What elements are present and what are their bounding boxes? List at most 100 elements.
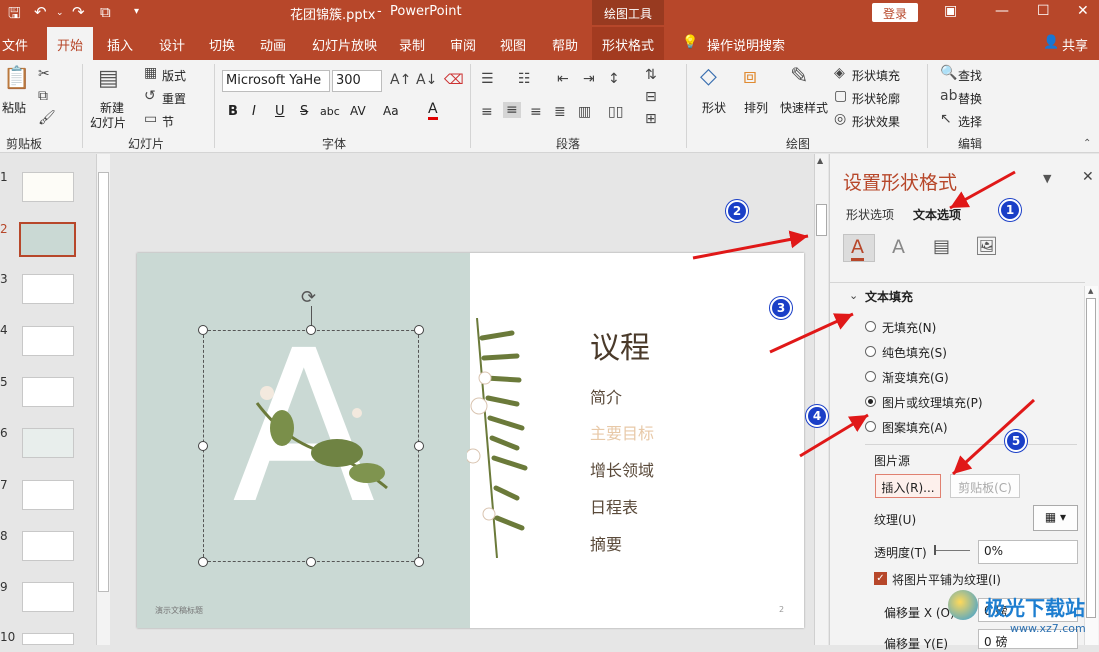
agenda-item[interactable]: 摘要 bbox=[590, 531, 622, 555]
tab-animations[interactable]: 动画 bbox=[260, 35, 286, 54]
option-label[interactable]: 无填充(N) bbox=[882, 319, 936, 336]
find-icon[interactable]: 🔍 bbox=[940, 65, 957, 81]
font-color-button[interactable]: A bbox=[428, 102, 438, 120]
section-text-fill[interactable]: 文本填充 bbox=[865, 288, 913, 305]
tab-text-options[interactable]: 文本选项 bbox=[913, 206, 961, 223]
scroll-up-icon[interactable]: ▲ bbox=[817, 156, 823, 165]
radio-gradient-fill[interactable] bbox=[865, 371, 876, 382]
paste-button[interactable]: 粘贴 bbox=[2, 99, 26, 116]
format-painter-icon[interactable]: 🖌 bbox=[38, 110, 56, 126]
slide-thumbnail[interactable] bbox=[22, 274, 74, 304]
text-direction-icon[interactable]: ⇅ bbox=[645, 67, 657, 83]
strike-button[interactable]: S bbox=[300, 104, 308, 119]
resize-handle[interactable] bbox=[198, 441, 208, 451]
option-label[interactable]: 渐变填充(G) bbox=[882, 369, 949, 386]
text-effects-icon[interactable]: A bbox=[892, 236, 905, 258]
shape-outline-icon[interactable]: ▢ bbox=[834, 88, 847, 104]
font-size-combo[interactable]: 300 bbox=[332, 70, 382, 92]
selection-box[interactable] bbox=[203, 330, 419, 562]
shape-fill-button[interactable]: 形状填充 bbox=[852, 67, 900, 84]
new-slide-icon[interactable]: ▤ bbox=[98, 66, 119, 91]
tab-view[interactable]: 视图 bbox=[500, 35, 526, 54]
close-pane-icon[interactable]: ✕ bbox=[1082, 169, 1094, 185]
tab-record[interactable]: 录制 bbox=[399, 35, 425, 54]
arrange-icon[interactable]: ⧈ bbox=[743, 64, 757, 89]
tab-shape-options[interactable]: 形状选项 bbox=[846, 206, 894, 223]
section-icon[interactable]: ▭ bbox=[144, 111, 157, 127]
increase-indent-icon[interactable]: ⇥ bbox=[583, 71, 595, 87]
slide-thumbnail-selected[interactable] bbox=[19, 222, 76, 257]
bullets-icon[interactable]: ☰ bbox=[481, 71, 494, 87]
layout-icon[interactable]: ▦ bbox=[144, 65, 157, 81]
copy-icon[interactable]: ⧉ bbox=[38, 88, 48, 104]
scroll-up-icon[interactable]: ▲ bbox=[1088, 287, 1093, 295]
transparency-slider-thumb[interactable] bbox=[934, 545, 936, 555]
reset-icon[interactable]: ↺ bbox=[144, 88, 156, 104]
reset-button[interactable]: 重置 bbox=[162, 90, 186, 107]
agenda-item[interactable]: 日程表 bbox=[590, 494, 638, 518]
replace-icon[interactable]: ab bbox=[940, 88, 957, 104]
cut-icon[interactable]: ✂ bbox=[38, 66, 50, 82]
resize-handle[interactable] bbox=[414, 325, 424, 335]
slide[interactable]: A ⟳ 议程 简介 主要目标 增长领域 日程表 摘要 演示文稿标题 2 bbox=[137, 253, 804, 628]
align-left-icon[interactable]: ≡ bbox=[481, 104, 493, 120]
shapes-icon[interactable]: ◇ bbox=[700, 64, 717, 89]
option-label[interactable]: 图案填充(A) bbox=[882, 419, 948, 436]
pane-options-icon[interactable]: ▼ bbox=[1043, 172, 1051, 185]
italic-button[interactable]: I bbox=[252, 104, 256, 119]
section-button[interactable]: 节 bbox=[162, 113, 174, 130]
transparency-input[interactable]: 0% bbox=[978, 540, 1078, 564]
line-spacing-icon[interactable]: ↕ bbox=[608, 71, 620, 87]
radio-pattern-fill[interactable] bbox=[865, 421, 876, 432]
resize-handle[interactable] bbox=[306, 325, 316, 335]
resize-handle[interactable] bbox=[414, 557, 424, 567]
shapes-button[interactable]: 形状 bbox=[702, 99, 726, 116]
maximize-icon[interactable]: ☐ bbox=[1037, 3, 1050, 19]
shape-effects-icon[interactable]: ◎ bbox=[834, 111, 846, 127]
tell-me-search[interactable]: 操作说明搜索 bbox=[707, 35, 785, 54]
scroll-thumb[interactable] bbox=[816, 204, 827, 236]
change-case-button[interactable]: Aa bbox=[383, 104, 399, 118]
numbering-icon[interactable]: ☷ bbox=[518, 71, 531, 87]
clear-format-icon[interactable]: ⌫ bbox=[444, 72, 464, 88]
grow-font-icon[interactable]: A↑ bbox=[390, 72, 411, 88]
close-window-icon[interactable]: ✕ bbox=[1077, 3, 1089, 19]
collapse-ribbon-icon[interactable]: ⌃ bbox=[1083, 138, 1091, 149]
customize-qat-icon[interactable]: ▾ bbox=[134, 6, 139, 17]
align-text-icon[interactable]: ⊟ bbox=[645, 89, 657, 105]
scroll-thumb[interactable] bbox=[1086, 298, 1096, 618]
agenda-item[interactable]: 增长领域 bbox=[590, 457, 654, 481]
tab-transitions[interactable]: 切换 bbox=[209, 35, 235, 54]
justify-icon[interactable]: ≣ bbox=[554, 104, 566, 120]
replace-button[interactable]: 替换 bbox=[958, 90, 982, 107]
agenda-title[interactable]: 议程 bbox=[590, 323, 650, 367]
pane-scrollbar[interactable]: ▲ bbox=[1084, 286, 1098, 645]
texture-picker[interactable]: ▦ ▾ bbox=[1033, 505, 1078, 531]
align-right-icon[interactable]: ≡ bbox=[530, 104, 542, 120]
arrange-button[interactable]: 排列 bbox=[744, 99, 768, 116]
resize-handle[interactable] bbox=[198, 557, 208, 567]
underline-button[interactable]: U bbox=[275, 104, 285, 119]
columns-icon[interactable]: ▯▯ bbox=[608, 104, 623, 120]
slide-thumbnail[interactable] bbox=[22, 582, 74, 612]
resize-handle[interactable] bbox=[414, 441, 424, 451]
picture-icon[interactable]: 🖼 bbox=[975, 236, 998, 257]
agenda-item[interactable]: 简介 bbox=[590, 384, 622, 408]
radio-picture-fill[interactable] bbox=[865, 396, 876, 407]
select-button[interactable]: 选择 bbox=[958, 113, 982, 130]
quick-styles-icon[interactable]: ✎ bbox=[790, 64, 808, 89]
select-icon[interactable]: ↖ bbox=[940, 111, 952, 127]
tab-design[interactable]: 设计 bbox=[159, 35, 185, 54]
radio-solid-fill[interactable] bbox=[865, 346, 876, 357]
font-name-combo[interactable]: Microsoft YaHe bbox=[222, 70, 330, 92]
textbox-icon[interactable]: ▤ bbox=[933, 236, 950, 257]
transparency-slider[interactable] bbox=[934, 550, 970, 551]
insert-picture-button[interactable]: 插入(R)... bbox=[875, 474, 941, 498]
option-label[interactable]: 图片或纹理填充(P) bbox=[882, 394, 983, 411]
tab-review[interactable]: 审阅 bbox=[450, 35, 476, 54]
bold-button[interactable]: B bbox=[228, 104, 238, 119]
tab-slideshow[interactable]: 幻灯片放映 bbox=[312, 35, 377, 54]
smartart-icon[interactable]: ⊞ bbox=[645, 111, 657, 127]
slide-thumbnail[interactable] bbox=[22, 428, 74, 458]
tab-home[interactable]: 开始 bbox=[47, 27, 93, 60]
